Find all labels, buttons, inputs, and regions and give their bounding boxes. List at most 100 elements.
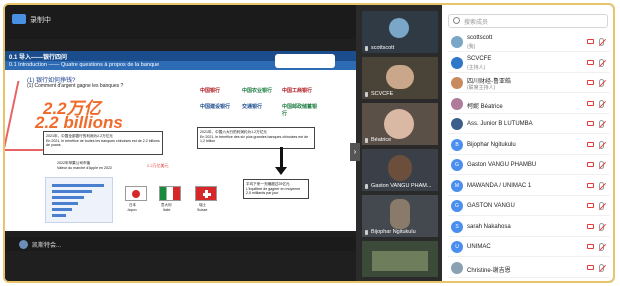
mic-icon bbox=[365, 138, 368, 143]
camera-off-icon[interactable] bbox=[587, 100, 594, 106]
apple-value: 2.2万亿美元 bbox=[145, 161, 181, 171]
participant-name: GASTON VANGU bbox=[467, 203, 515, 209]
divider bbox=[448, 235, 610, 237]
participant-name: SCVCFE bbox=[467, 55, 492, 62]
avatar bbox=[389, 18, 409, 38]
divider bbox=[448, 276, 610, 278]
camera-off-icon[interactable] bbox=[587, 121, 594, 126]
participant-row[interactable]: U UNIMAC bbox=[448, 238, 610, 257]
video-tile[interactable]: Béatrice bbox=[362, 103, 438, 145]
mic-muted-icon[interactable] bbox=[599, 79, 604, 87]
bank-logo: 中国邮政储蓄银行 bbox=[282, 104, 318, 117]
video-tile[interactable]: Gaston VANGU PHAM... bbox=[362, 149, 438, 191]
mic-muted-icon[interactable] bbox=[599, 202, 604, 210]
camera-off-icon[interactable] bbox=[587, 182, 594, 188]
video-tile[interactable]: SCVCFE bbox=[362, 57, 438, 99]
avatar bbox=[451, 56, 463, 69]
info-box-apple: 2022年苹果公司市值 Valeur du marché d'Apple en … bbox=[55, 159, 125, 173]
mic-muted-icon[interactable] bbox=[599, 38, 604, 46]
mic-icon bbox=[365, 92, 368, 97]
mic-muted-icon[interactable] bbox=[599, 140, 604, 149]
avatar bbox=[451, 261, 463, 274]
avatar bbox=[451, 97, 463, 110]
video-feed bbox=[388, 155, 412, 181]
participant-name: UNIMAC bbox=[467, 244, 491, 250]
participant-role: (主持人) bbox=[467, 64, 486, 71]
mic-muted-icon[interactable] bbox=[599, 58, 604, 67]
mic-muted-icon[interactable] bbox=[599, 243, 604, 251]
video-feed bbox=[386, 65, 414, 89]
participant-row[interactable]: M MAWANDA / UNIMAC 1 bbox=[448, 177, 610, 196]
video-tile[interactable] bbox=[362, 241, 438, 277]
camera-off-icon[interactable] bbox=[587, 244, 594, 249]
mic-muted-icon[interactable] bbox=[599, 263, 604, 272]
speaker-name[interactable]: 凯斯特会... bbox=[32, 240, 61, 249]
participant-row[interactable]: scottscott (我) bbox=[448, 33, 610, 52]
mic-muted-icon[interactable] bbox=[599, 181, 604, 190]
search-input[interactable]: 搜索成员 bbox=[448, 14, 608, 28]
switzerland-flag-icon bbox=[195, 186, 217, 201]
recording-status: 录制中 bbox=[30, 17, 51, 24]
divider bbox=[448, 112, 610, 114]
mic-muted-icon[interactable] bbox=[599, 161, 604, 169]
video-tiles: scottscott SCVCFE Béatrice Gaston VANGU … bbox=[360, 5, 440, 281]
bank-logo: 交通银行 bbox=[242, 104, 263, 110]
chart-bar bbox=[52, 214, 66, 217]
camera-off-icon[interactable] bbox=[587, 39, 594, 44]
mic-muted-icon[interactable] bbox=[599, 99, 604, 108]
camera-off-icon[interactable] bbox=[587, 162, 594, 167]
camera-off-icon[interactable] bbox=[587, 80, 594, 85]
box-text-fr: L'équilibre de gagner en moyenne 2,5 mil… bbox=[246, 186, 301, 196]
participant-row[interactable]: G GASTON VANGU bbox=[448, 197, 610, 216]
mic-muted-icon[interactable] bbox=[599, 120, 604, 128]
divider bbox=[448, 133, 610, 134]
participant-row[interactable]: SCVCFE (主持人) bbox=[448, 54, 610, 73]
participant-row[interactable]: G Gaston VANGU PHAMBU bbox=[448, 156, 610, 175]
collapse-panel-button[interactable]: › bbox=[350, 143, 360, 161]
camera-off-icon[interactable] bbox=[587, 264, 594, 270]
participant-row[interactable]: 柯妮 Béatrice bbox=[448, 95, 610, 114]
divider bbox=[448, 51, 610, 52]
bank-logo: 中国银行 bbox=[200, 88, 221, 94]
participant-name: scottscott bbox=[467, 35, 493, 41]
participant-role: (联席主持人) bbox=[467, 85, 496, 91]
speaker-avatar bbox=[19, 240, 28, 249]
participant-row[interactable]: Christine-谢吉恩 bbox=[448, 259, 610, 278]
avatar: M bbox=[451, 179, 463, 192]
tile-name: SCVCFE bbox=[371, 91, 394, 97]
participant-row[interactable]: Ass. Junior B LUTUMBA bbox=[448, 115, 610, 134]
presentation-slide: 0.1 导入——银行四问 0.1 Introduction —— Quatre … bbox=[5, 51, 356, 231]
down-arrow-icon bbox=[280, 147, 283, 169]
video-feed bbox=[384, 109, 414, 139]
video-feed bbox=[390, 199, 410, 229]
shared-screen-area: 录制中 0.1 导入——银行四问 0.1 Introduction —— Qua… bbox=[5, 5, 356, 281]
camera-off-icon[interactable] bbox=[587, 223, 594, 229]
flag-label: Italie bbox=[163, 208, 171, 212]
chart-bar bbox=[52, 202, 78, 205]
mic-icon bbox=[365, 46, 368, 51]
chart-bar bbox=[52, 190, 92, 193]
participant-row[interactable]: B Bijophar Ngitukulu bbox=[448, 136, 610, 155]
chart-bar bbox=[52, 196, 84, 199]
japan-flag-icon bbox=[125, 186, 147, 201]
camera-off-icon[interactable] bbox=[587, 203, 594, 208]
participant-row[interactable]: 四川财经-鲁亚皓 (联席主持人) bbox=[448, 74, 610, 93]
mic-muted-icon[interactable] bbox=[599, 222, 604, 231]
recording-icon bbox=[12, 14, 26, 24]
video-tile[interactable]: Bijophar Ngitukulu bbox=[362, 195, 438, 237]
info-box-profit-six: 2021年，中国六大行的利润约为1.2万亿元 En 2021, le bénéf… bbox=[197, 127, 315, 149]
search-icon bbox=[453, 17, 460, 24]
participant-row[interactable]: Ssarah Nakahosa bbox=[448, 218, 610, 237]
participant-role: (我) bbox=[467, 44, 476, 50]
question-fr: (1) Comment d'argent gagne les banques ? bbox=[27, 83, 124, 89]
video-tile[interactable]: scottscott bbox=[362, 11, 438, 53]
box-text-fr: Valeur du marché d'Apple en 2022 bbox=[57, 165, 112, 170]
avatar: B bbox=[451, 138, 463, 151]
camera-off-icon[interactable] bbox=[587, 141, 594, 147]
tile-name: Béatrice bbox=[371, 137, 392, 143]
camera-off-icon[interactable] bbox=[587, 59, 594, 65]
arrowhead-icon bbox=[275, 167, 287, 175]
box-text-fr: En 2021, le bénéfice de toutes les banqu… bbox=[46, 138, 160, 148]
chart-bar bbox=[52, 184, 104, 187]
bank-logos: 中国银行 中国农业银行 中国工商银行 中国建设银行 交通银行 中国邮政储蓄银行 bbox=[190, 87, 320, 121]
